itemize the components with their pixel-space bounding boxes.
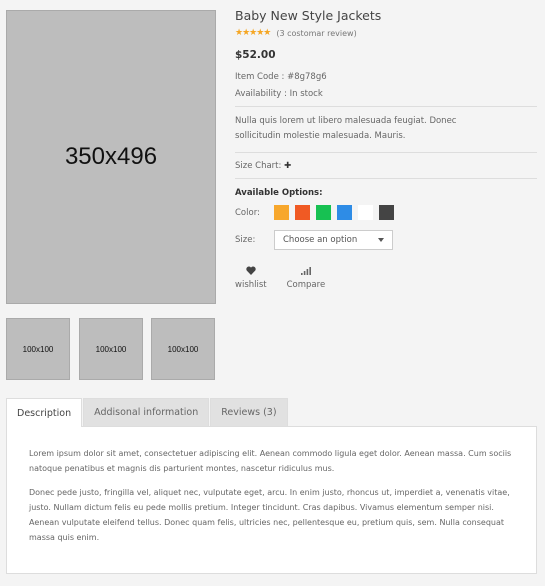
availability: Availability : In stock	[235, 89, 323, 99]
color-swatch-green[interactable]	[316, 205, 331, 220]
product-meta: Item Code : #8g78g6 Availability : In st…	[235, 69, 537, 106]
tab-description[interactable]: Description	[6, 398, 83, 427]
product-actions: wishlist Compare	[235, 263, 537, 290]
rating-row: ★★★★★ (3 costomar review)	[235, 28, 537, 38]
color-option-row: Color:	[235, 205, 537, 220]
description-paragraph-2: Donec pede justo, fringilla vel, aliquet…	[29, 488, 510, 542]
tab-additional-information[interactable]: Addisonal information	[83, 398, 210, 426]
product-thumbnail-3[interactable]: 100x100	[151, 318, 215, 380]
color-label: Color:	[235, 207, 260, 218]
compare-button[interactable]: Compare	[286, 263, 326, 290]
size-chart[interactable]: Size Chart: ✚	[235, 153, 537, 178]
color-swatch-blue[interactable]	[337, 205, 352, 220]
product-thumbnail-1[interactable]: 100x100	[6, 318, 70, 380]
compare-label: Compare	[286, 280, 326, 290]
size-select[interactable]: Choose an option	[274, 230, 393, 250]
product-title: Baby New Style Jackets	[235, 8, 382, 23]
thumbnail-label: 100x100	[22, 344, 54, 354]
color-swatch-white[interactable]	[358, 205, 373, 220]
size-chart-label: Size Chart:	[235, 161, 282, 171]
thumbnail-label: 100x100	[95, 344, 127, 354]
product-price: $52.00	[235, 49, 276, 61]
color-swatch-red[interactable]	[295, 205, 310, 220]
heart-icon	[246, 263, 256, 277]
signal-bars-icon	[300, 263, 311, 277]
tab-panel-description: Lorem ipsum dolor sit amet, consectetuer…	[6, 426, 537, 574]
size-option-row: Size: Choose an option	[235, 230, 537, 250]
thumbnail-label: 100x100	[167, 344, 199, 354]
size-select-value: Choose an option	[283, 235, 358, 245]
available-options-title: Available Options:	[235, 188, 323, 198]
chevron-down-icon	[378, 238, 384, 242]
short-description: Nulla quis lorem ut libero malesuada feu…	[235, 116, 457, 141]
wishlist-button[interactable]: wishlist	[235, 263, 267, 290]
color-swatch-dark-gray[interactable]	[379, 205, 394, 220]
size-label: Size:	[235, 235, 256, 245]
divider	[235, 178, 537, 179]
product-thumbnail-2[interactable]: 100x100	[79, 318, 143, 380]
item-code: Item Code : #8g78g6	[235, 72, 327, 82]
plus-icon[interactable]: ✚	[284, 161, 291, 171]
tab-reviews[interactable]: Reviews (3)	[210, 398, 288, 426]
main-image-placeholder-label: 350x496	[64, 143, 158, 170]
description-paragraph-1: Lorem ipsum dolor sit amet, consectetuer…	[29, 449, 512, 473]
product-main-image[interactable]: 350x496	[6, 10, 216, 304]
star-rating-icon: ★★★★★	[235, 28, 271, 38]
review-count-link[interactable]: (3 costomar review)	[276, 29, 356, 38]
wishlist-label: wishlist	[235, 280, 267, 290]
product-tabs: Description Addisonal information Review…	[6, 398, 289, 427]
color-swatch-orange[interactable]	[274, 205, 289, 220]
product-info: Baby New Style Jackets ★★★★★ (3 costomar…	[235, 8, 537, 290]
